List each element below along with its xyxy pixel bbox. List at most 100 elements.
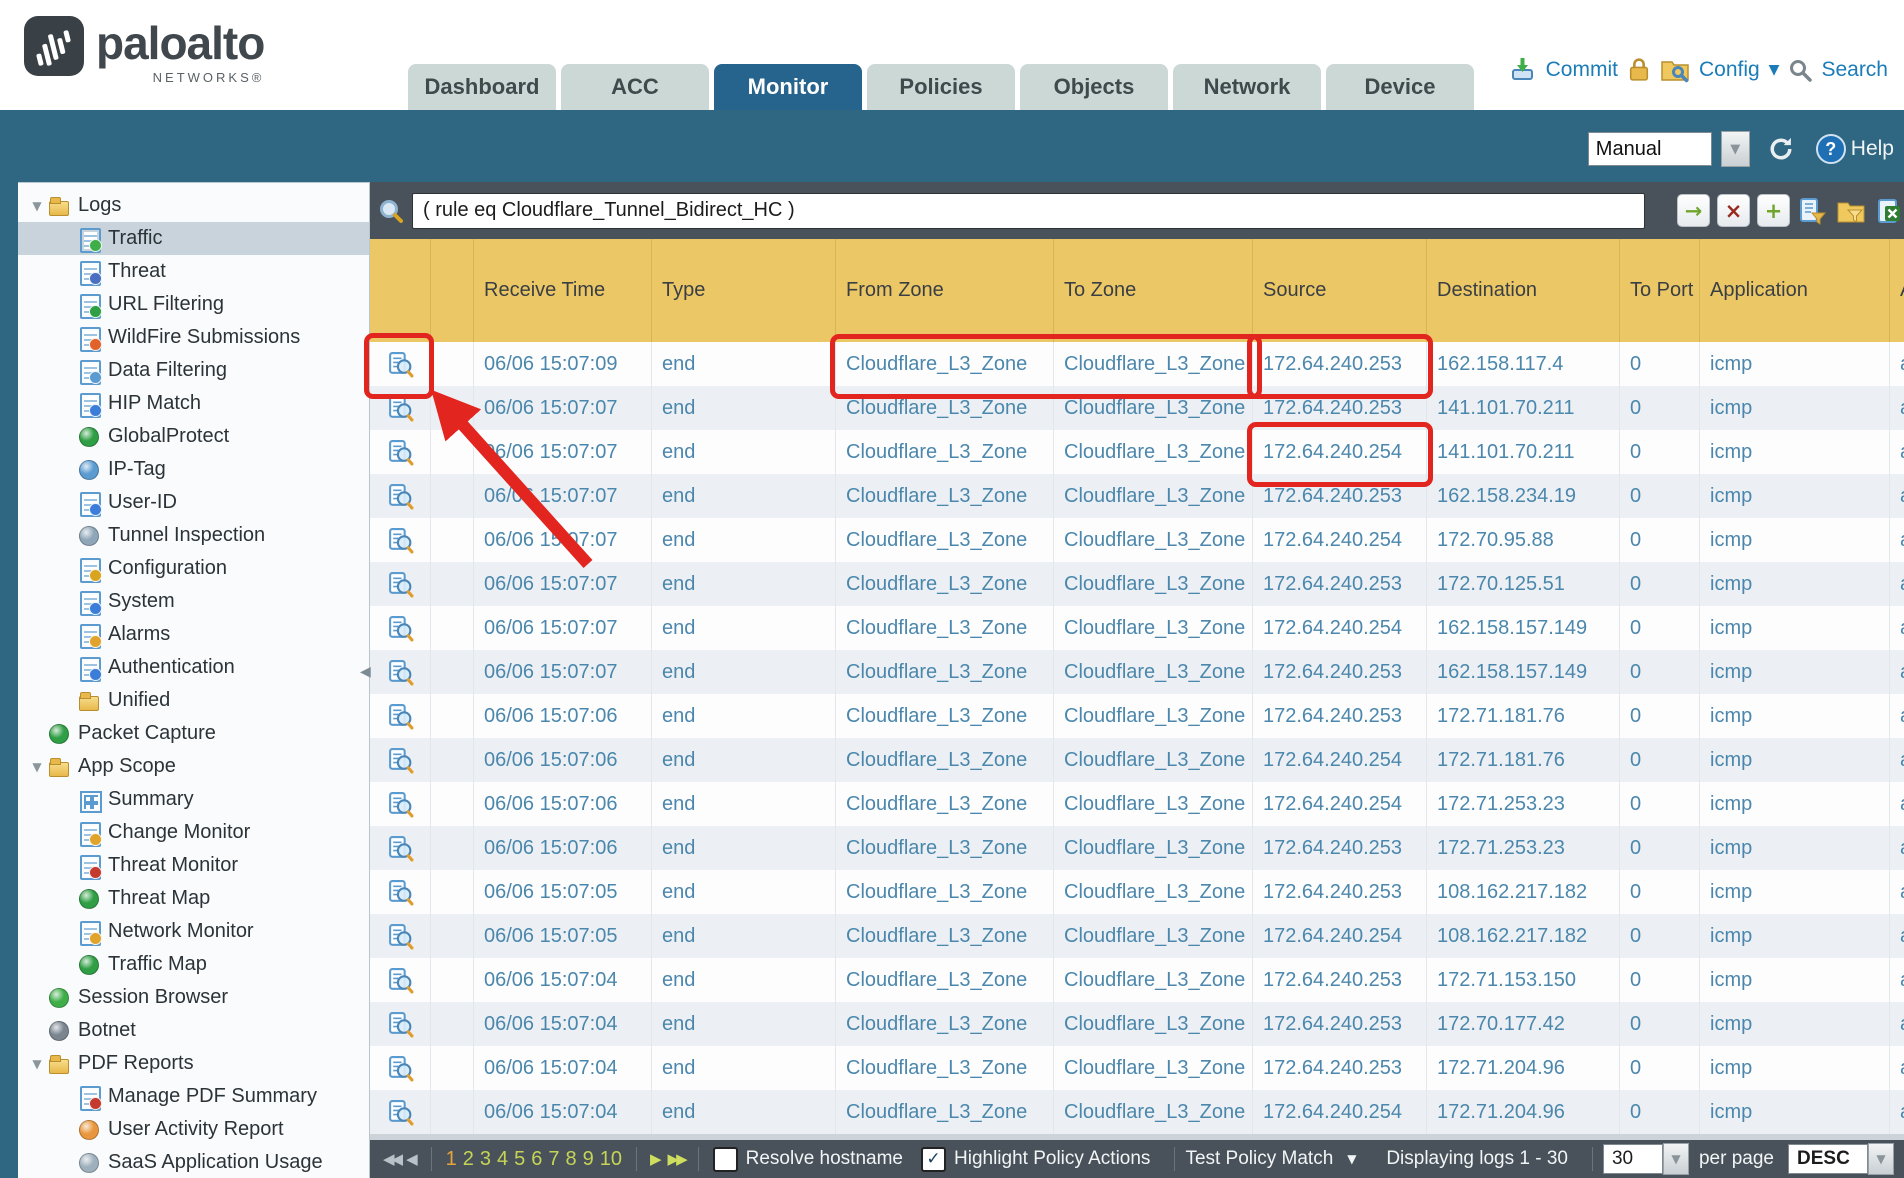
tab-objects[interactable]: Objects bbox=[1020, 64, 1168, 110]
sidebar-item-wildfire-submissions[interactable]: WildFire Submissions bbox=[18, 321, 369, 354]
table-row[interactable]: 06/06 15:07:06endCloudflare_L3_ZoneCloud… bbox=[370, 738, 1904, 782]
detail-cell[interactable] bbox=[370, 342, 431, 386]
detail-cell[interactable] bbox=[370, 914, 431, 958]
table-row[interactable]: 06/06 15:07:04endCloudflare_L3_ZoneCloud… bbox=[370, 1046, 1904, 1090]
detail-cell[interactable] bbox=[370, 1090, 431, 1134]
table-row[interactable]: 06/06 15:07:06endCloudflare_L3_ZoneCloud… bbox=[370, 826, 1904, 870]
refresh-icon[interactable] bbox=[1765, 135, 1797, 163]
log-detail-icon[interactable] bbox=[387, 483, 414, 510]
sidebar-item-traffic-map[interactable]: Traffic Map bbox=[18, 948, 369, 981]
detail-cell[interactable] bbox=[370, 738, 431, 782]
detail-cell[interactable] bbox=[370, 958, 431, 1002]
table-row[interactable]: 06/06 15:07:06endCloudflare_L3_ZoneCloud… bbox=[370, 782, 1904, 826]
table-row[interactable]: 06/06 15:07:07endCloudflare_L3_ZoneCloud… bbox=[370, 474, 1904, 518]
column-header-application[interactable]: Application bbox=[1700, 239, 1890, 342]
sidebar-item-user-activity-report[interactable]: User Activity Report bbox=[18, 1113, 369, 1146]
table-row[interactable]: 06/06 15:07:04endCloudflare_L3_ZoneCloud… bbox=[370, 1090, 1904, 1134]
load-filter-button[interactable] bbox=[1835, 195, 1866, 226]
page-number-3[interactable]: 3 bbox=[480, 1148, 491, 1171]
page-number-5[interactable]: 5 bbox=[514, 1148, 525, 1171]
sidebar-item-threat-map[interactable]: Threat Map bbox=[18, 882, 369, 915]
log-detail-icon[interactable] bbox=[387, 747, 414, 774]
sort-order-select[interactable]: DESC bbox=[1788, 1144, 1868, 1174]
help-control[interactable]: ? Help bbox=[1816, 134, 1894, 164]
table-row[interactable]: 06/06 15:07:07endCloudflare_L3_ZoneCloud… bbox=[370, 650, 1904, 694]
column-header-to-port[interactable]: To Port bbox=[1620, 239, 1700, 342]
detail-cell[interactable] bbox=[370, 650, 431, 694]
sidebar-item-pdf-reports[interactable]: ▼PDF Reports bbox=[18, 1047, 369, 1080]
detail-cell[interactable] bbox=[370, 606, 431, 650]
table-row[interactable]: 06/06 15:07:07endCloudflare_L3_ZoneCloud… bbox=[370, 430, 1904, 474]
table-row[interactable]: 06/06 15:07:05endCloudflare_L3_ZoneCloud… bbox=[370, 870, 1904, 914]
tab-network[interactable]: Network bbox=[1173, 64, 1321, 110]
sidebar-item-session-browser[interactable]: Session Browser bbox=[18, 981, 369, 1014]
log-detail-icon[interactable] bbox=[387, 791, 414, 818]
detail-cell[interactable] bbox=[370, 386, 431, 430]
column-header-from-zone[interactable]: From Zone bbox=[836, 239, 1054, 342]
search-button[interactable]: Search bbox=[1821, 58, 1888, 82]
sidebar-collapse-handle[interactable]: ◀ bbox=[360, 664, 371, 680]
page-number-9[interactable]: 9 bbox=[583, 1148, 594, 1171]
add-filter-button[interactable]: + bbox=[1757, 194, 1790, 227]
table-row[interactable]: 06/06 15:07:05endCloudflare_L3_ZoneCloud… bbox=[370, 914, 1904, 958]
page-number-10[interactable]: 10 bbox=[600, 1148, 622, 1171]
last-page-button[interactable]: ▶▶ bbox=[668, 1150, 685, 1168]
filter-query-input[interactable] bbox=[412, 193, 1645, 229]
highlight-policy-actions-checkbox[interactable]: ✓ bbox=[921, 1147, 946, 1172]
page-number-6[interactable]: 6 bbox=[531, 1148, 542, 1171]
config-caret-icon[interactable]: ▼ bbox=[1769, 62, 1780, 78]
sidebar-item-tunnel-inspection[interactable]: Tunnel Inspection bbox=[18, 519, 369, 552]
sidebar-item-alarms[interactable]: Alarms bbox=[18, 618, 369, 651]
log-detail-icon[interactable] bbox=[387, 879, 414, 906]
clear-filter-button[interactable]: × bbox=[1717, 194, 1750, 227]
column-header-source[interactable]: Source bbox=[1253, 239, 1427, 342]
log-detail-icon[interactable] bbox=[387, 615, 414, 642]
tab-acc[interactable]: ACC bbox=[561, 64, 709, 110]
column-header-a[interactable]: A bbox=[1890, 239, 1904, 342]
detail-cell[interactable] bbox=[370, 562, 431, 606]
help-icon[interactable]: ? bbox=[1816, 134, 1846, 164]
log-detail-icon[interactable] bbox=[387, 967, 414, 994]
expander-icon[interactable]: ▼ bbox=[26, 760, 48, 774]
sidebar-item-saas-application-usage[interactable]: SaaS Application Usage bbox=[18, 1146, 369, 1178]
tab-device[interactable]: Device bbox=[1326, 64, 1474, 110]
sidebar-item-app-scope[interactable]: ▼App Scope bbox=[18, 750, 369, 783]
lock-icon[interactable] bbox=[1627, 56, 1651, 83]
first-page-button[interactable]: ◀◀ bbox=[383, 1150, 400, 1168]
table-row[interactable]: 06/06 15:07:09endCloudflare_L3_ZoneCloud… bbox=[370, 342, 1904, 386]
sidebar-item-network-monitor[interactable]: Network Monitor bbox=[18, 915, 369, 948]
tab-policies[interactable]: Policies bbox=[867, 64, 1015, 110]
detail-cell[interactable] bbox=[370, 430, 431, 474]
sidebar-item-threat-monitor[interactable]: Threat Monitor bbox=[18, 849, 369, 882]
sidebar-item-configuration[interactable]: Configuration bbox=[18, 552, 369, 585]
sidebar-item-packet-capture[interactable]: Packet Capture bbox=[18, 717, 369, 750]
log-detail-icon[interactable] bbox=[387, 923, 414, 950]
page-number-4[interactable]: 4 bbox=[497, 1148, 508, 1171]
export-csv-button[interactable] bbox=[1873, 195, 1904, 226]
tab-monitor[interactable]: Monitor bbox=[714, 64, 862, 110]
detail-cell[interactable] bbox=[370, 1046, 431, 1090]
detail-cell[interactable] bbox=[370, 474, 431, 518]
table-row[interactable]: 06/06 15:07:06endCloudflare_L3_ZoneCloud… bbox=[370, 694, 1904, 738]
log-detail-icon[interactable] bbox=[387, 703, 414, 730]
sidebar-item-hip-match[interactable]: HIP Match bbox=[18, 387, 369, 420]
apply-filter-button[interactable]: → bbox=[1677, 194, 1710, 227]
page-number-2[interactable]: 2 bbox=[463, 1148, 474, 1171]
page-number-7[interactable]: 7 bbox=[548, 1148, 559, 1171]
log-detail-icon[interactable] bbox=[387, 1099, 414, 1126]
table-row[interactable]: 06/06 15:07:07endCloudflare_L3_ZoneCloud… bbox=[370, 606, 1904, 650]
sidebar-item-url-filtering[interactable]: URL Filtering bbox=[18, 288, 369, 321]
expander-icon[interactable]: ▼ bbox=[26, 1057, 48, 1071]
log-detail-icon[interactable] bbox=[387, 571, 414, 598]
sidebar-item-traffic[interactable]: Traffic bbox=[18, 222, 369, 255]
commit-button[interactable]: Commit bbox=[1546, 58, 1618, 82]
log-detail-icon[interactable] bbox=[387, 527, 414, 554]
sidebar-item-logs[interactable]: ▼Logs bbox=[18, 189, 369, 222]
column-header-type[interactable]: Type bbox=[652, 239, 836, 342]
sidebar-item-system[interactable]: System bbox=[18, 585, 369, 618]
page-number-8[interactable]: 8 bbox=[566, 1148, 577, 1171]
sidebar-item-data-filtering[interactable]: Data Filtering bbox=[18, 354, 369, 387]
refresh-interval-select[interactable]: Manual bbox=[1588, 132, 1712, 166]
sidebar-item-unified[interactable]: Unified bbox=[18, 684, 369, 717]
detail-cell[interactable] bbox=[370, 870, 431, 914]
